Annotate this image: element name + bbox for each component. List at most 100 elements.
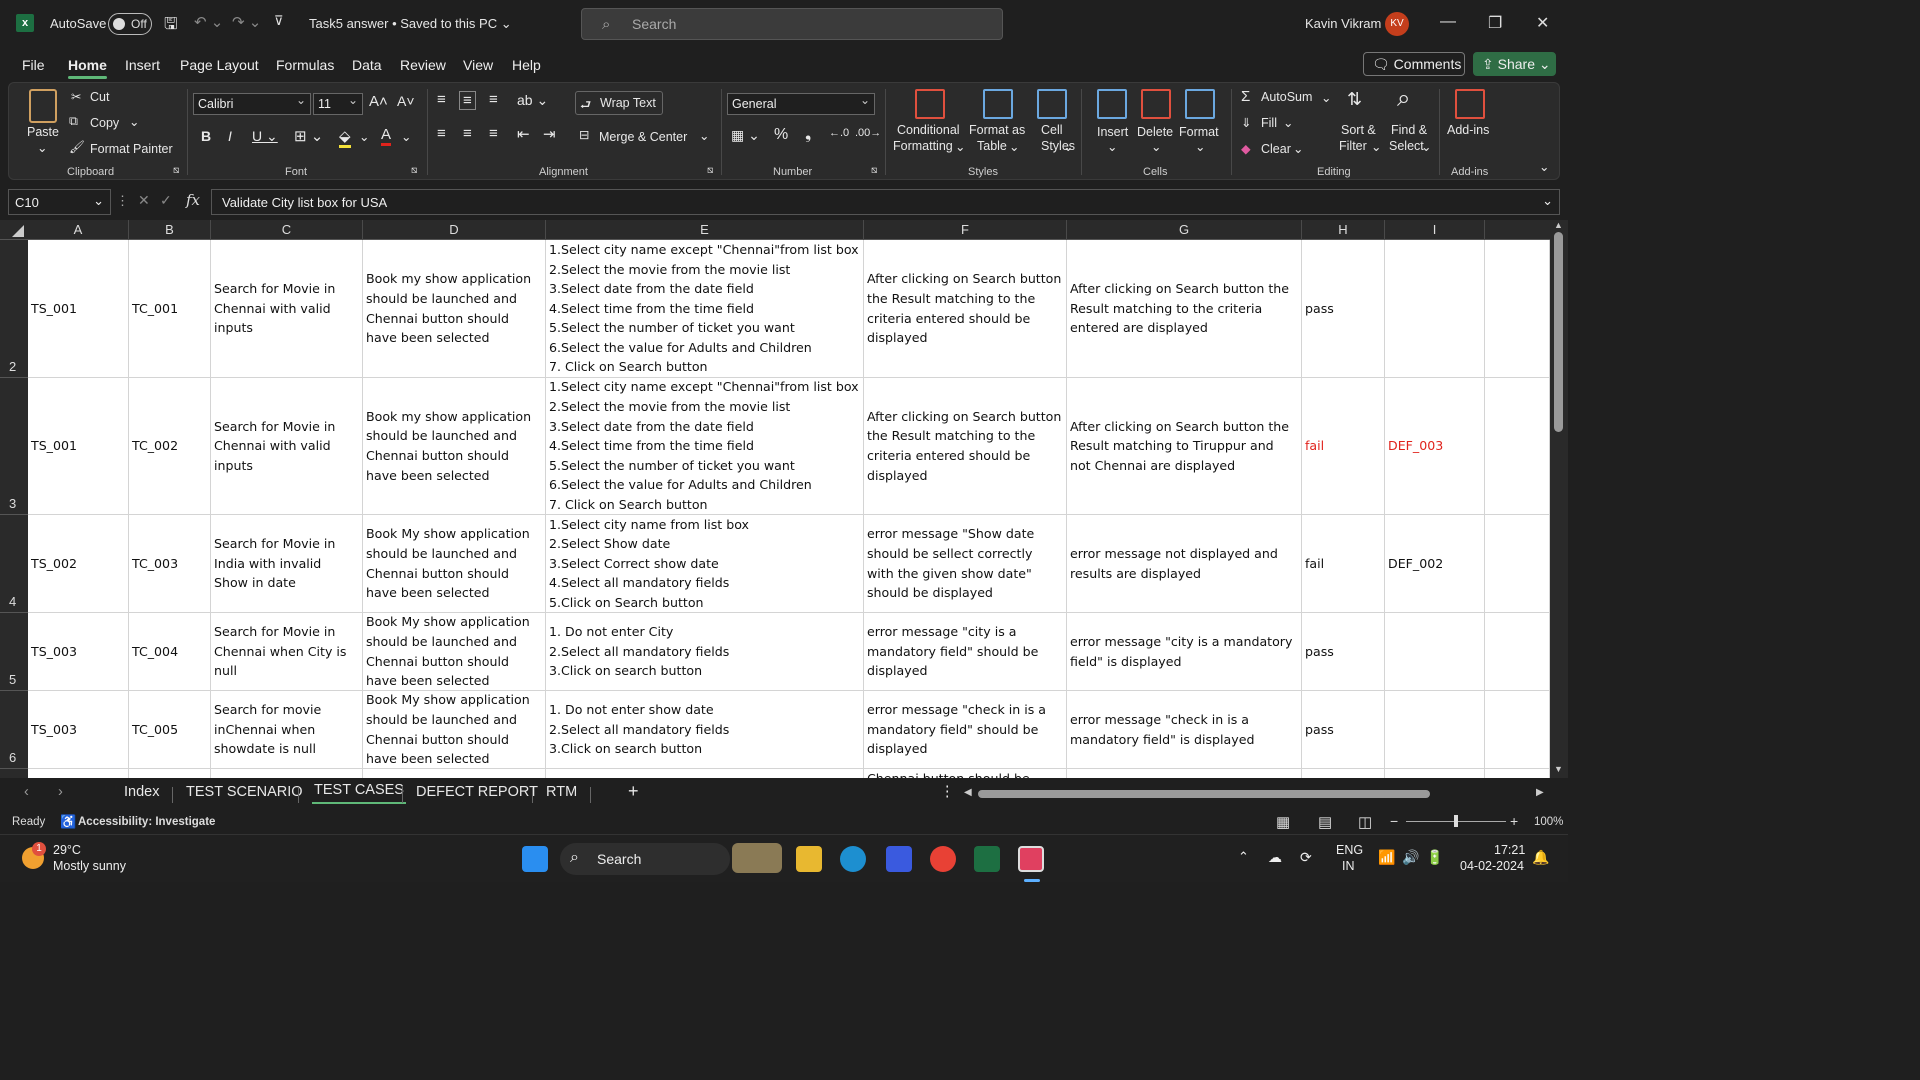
cell-c[interactable]: Search for Movie in India with invalid S…: [211, 515, 363, 613]
cell-g[interactable]: After clicking on Search button the Resu…: [1067, 378, 1302, 515]
zoom-level[interactable]: 100%: [1534, 816, 1563, 828]
fill-color-icon[interactable]: ⬙: [339, 127, 351, 148]
zoom-slider-thumb[interactable]: [1454, 815, 1458, 827]
scroll-right-icon[interactable]: ▶: [1536, 787, 1544, 798]
cell-a[interactable]: [28, 769, 129, 778]
comments-button[interactable]: 🗨 Comments: [1363, 52, 1465, 76]
chevron-down-icon[interactable]: ⌄: [1009, 139, 1019, 154]
cell-b[interactable]: TC_003: [129, 515, 211, 613]
cell-c[interactable]: Search for Movie in Chennai when City is…: [211, 613, 363, 691]
scroll-left-icon[interactable]: ◀: [964, 787, 972, 798]
row-header[interactable]: 5: [0, 613, 28, 691]
align-top-icon[interactable]: ≡: [437, 91, 446, 108]
cell-f[interactable]: After clicking on Search button the Resu…: [864, 378, 1067, 515]
cell-g[interactable]: [1067, 769, 1302, 778]
cell-h[interactable]: fail: [1302, 515, 1385, 613]
cell-e[interactable]: 1.Select city name except "Chennai"from …: [546, 378, 864, 515]
battery-icon[interactable]: 🔋: [1426, 849, 1443, 866]
chevron-down-icon[interactable]: ⌄: [699, 128, 709, 143]
find-select-button[interactable]: Find &: [1391, 123, 1427, 137]
chevron-down-icon[interactable]: ⌄: [1195, 139, 1205, 154]
cell-d[interactable]: Book My show application should be launc…: [363, 613, 546, 691]
cell-g[interactable]: error message "city is a mandatory field…: [1067, 613, 1302, 691]
weather-condition[interactable]: Mostly sunny: [53, 859, 126, 873]
accounting-format-icon[interactable]: ▦ ⌄: [731, 127, 760, 144]
cell-b[interactable]: TC_004: [129, 613, 211, 691]
decrease-indent-icon[interactable]: ⇤: [517, 125, 530, 143]
cell-g[interactable]: error message "check in is a mandatory f…: [1067, 691, 1302, 769]
cell-i[interactable]: DEF_003: [1385, 378, 1485, 515]
dialog-launcher-icon[interactable]: ⧅: [411, 165, 417, 176]
insert-cells-button[interactable]: Insert: [1097, 125, 1128, 139]
column-header-e[interactable]: E: [546, 220, 864, 240]
prev-sheet-icon[interactable]: ‹: [24, 784, 29, 800]
format-table-button[interactable]: Format as: [969, 123, 1025, 137]
chevron-down-icon[interactable]: ⌄: [1283, 115, 1293, 130]
chevron-down-icon[interactable]: ⌄: [37, 140, 47, 155]
cell-a[interactable]: TS_003: [28, 613, 129, 691]
cell-i[interactable]: DEF_002: [1385, 515, 1485, 613]
cell-g[interactable]: error message not displayed and results …: [1067, 515, 1302, 613]
cell-h[interactable]: pass: [1302, 240, 1385, 378]
chevron-down-icon[interactable]: ⌄: [1107, 139, 1117, 154]
orientation-icon[interactable]: ab ⌄: [517, 92, 548, 109]
column-header-f[interactable]: F: [864, 220, 1067, 240]
chevron-down-icon[interactable]: ⌄: [401, 129, 411, 144]
cell-a[interactable]: TS_002: [28, 515, 129, 613]
close-icon[interactable]: ✕: [1536, 13, 1549, 33]
horizontal-scrollbar[interactable]: ◀ ▶: [962, 787, 1548, 801]
tab-view[interactable]: View: [463, 57, 493, 73]
cell-b[interactable]: TC_005: [129, 691, 211, 769]
font-size-select[interactable]: 11: [313, 93, 363, 115]
wrap-text-button[interactable]: ⮐ Wrap Text: [575, 91, 663, 115]
column-header-g[interactable]: G: [1067, 220, 1302, 240]
dialog-launcher-icon[interactable]: ⧅: [707, 165, 713, 176]
scroll-down-icon[interactable]: ▼: [1554, 764, 1563, 774]
cell-e[interactable]: 1.Select city name from list box 2.Selec…: [546, 515, 864, 613]
column-header-a[interactable]: A: [28, 220, 129, 240]
windows-start-icon[interactable]: [522, 846, 548, 872]
cell-b[interactable]: [129, 769, 211, 778]
notification-icon[interactable]: 🔔: [1532, 849, 1549, 866]
tab-data[interactable]: Data: [352, 57, 382, 73]
format-painter-button[interactable]: Format Painter: [90, 142, 173, 156]
autosum-button[interactable]: AutoSum: [1261, 90, 1312, 104]
chevron-down-icon[interactable]: ⌄: [1063, 139, 1073, 154]
tab-file[interactable]: File: [22, 57, 45, 73]
cell-h[interactable]: fail: [1302, 378, 1385, 515]
decrease-font-icon[interactable]: A˅: [397, 93, 415, 109]
italic-icon[interactable]: I: [228, 128, 232, 144]
cell-b[interactable]: TC_002: [129, 378, 211, 515]
more-options-icon[interactable]: ⋮: [940, 784, 955, 800]
cell-e[interactable]: 1.Select city name except "Chennai"from …: [546, 240, 864, 378]
avatar[interactable]: KV: [1385, 12, 1409, 36]
minimize-icon[interactable]: —: [1440, 13, 1456, 31]
column-header-h[interactable]: H: [1302, 220, 1385, 240]
tab-formulas[interactable]: Formulas: [276, 57, 334, 73]
search-box[interactable]: ⌕ Search: [581, 8, 1003, 40]
scroll-up-icon[interactable]: ▲: [1554, 220, 1563, 230]
cell-f[interactable]: After clicking on Search button the Resu…: [864, 240, 1067, 378]
chevron-down-icon[interactable]: ⌄: [1293, 141, 1303, 156]
cell-empty[interactable]: [1485, 691, 1550, 769]
show-hidden-icons-icon[interactable]: ⌃: [1238, 849, 1249, 865]
increase-font-icon[interactable]: A˄: [369, 93, 388, 110]
document-title[interactable]: Task5 answer • Saved to this PC ⌄: [309, 16, 512, 32]
cell-empty[interactable]: [1485, 613, 1550, 691]
restore-icon[interactable]: ❐: [1488, 13, 1502, 33]
comma-style-icon[interactable]: ❟: [805, 126, 811, 144]
redo-icon[interactable]: ↷ ⌄: [232, 13, 261, 31]
cell-g[interactable]: After clicking on Search button the Resu…: [1067, 240, 1302, 378]
cell-d[interactable]: Book my show application should be launc…: [363, 378, 546, 515]
sheet-tab-defect-report[interactable]: DEFECT REPORT: [416, 784, 538, 800]
chrome-icon[interactable]: [930, 846, 956, 872]
sort-filter-label-2[interactable]: Filter: [1339, 139, 1367, 153]
cell-c[interactable]: Search for Movie in Chennai with valid i…: [211, 378, 363, 515]
cell-c[interactable]: [211, 769, 363, 778]
find-select-label-2[interactable]: Select: [1389, 139, 1424, 153]
cell-h[interactable]: pass: [1302, 691, 1385, 769]
chevron-down-icon[interactable]: ⌄: [1151, 139, 1161, 154]
formula-input[interactable]: Validate City list box for USA ⌄: [211, 189, 1560, 215]
fill-button[interactable]: Fill: [1261, 116, 1277, 130]
cell-f[interactable]: error message "city is a mandatory field…: [864, 613, 1067, 691]
